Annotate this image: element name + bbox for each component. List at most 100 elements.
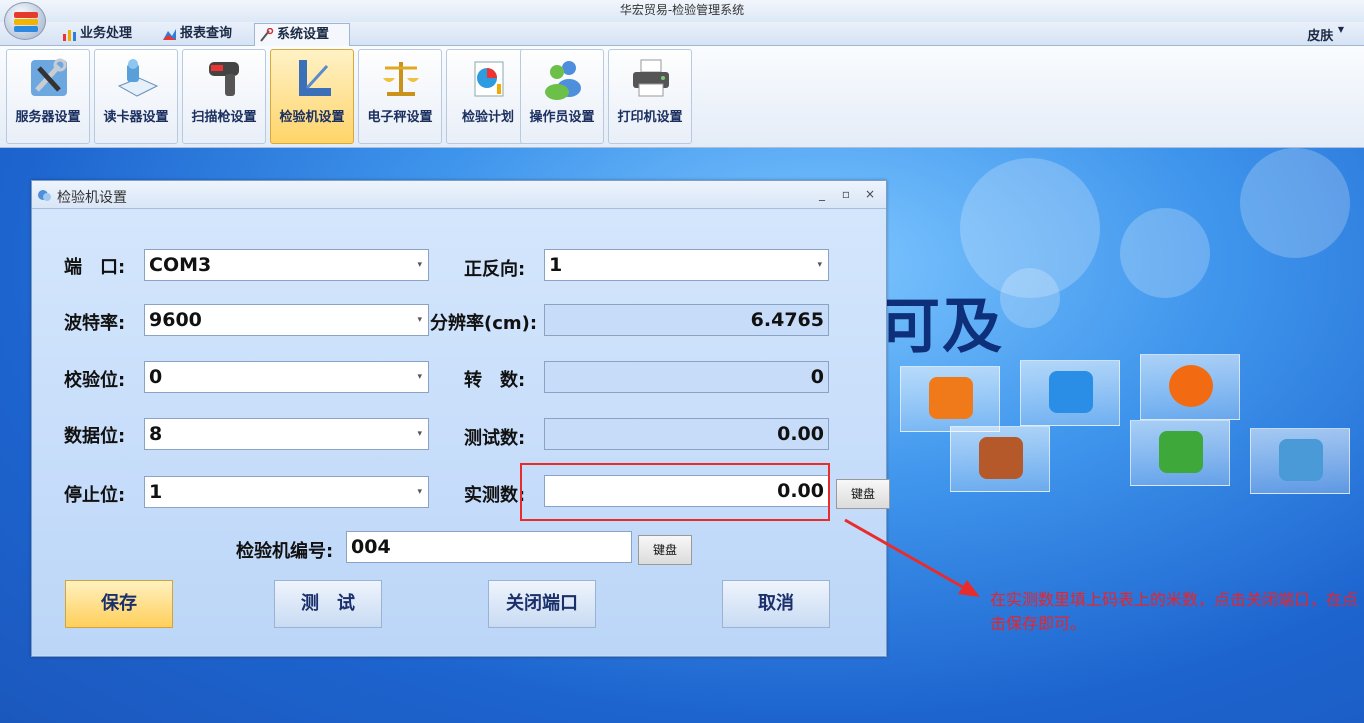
skin-menu-label: 皮肤 (1307, 29, 1334, 44)
maximize-button[interactable]: ▫ (838, 187, 854, 203)
cancel-button[interactable]: 取消 (722, 580, 830, 628)
chevron-down-icon[interactable]: ▾ (417, 362, 422, 392)
users-icon (545, 61, 581, 100)
ribbon-button-label: 服务器设置 (15, 110, 81, 125)
data-bits-select[interactable]: 8 ▾ (144, 418, 429, 450)
revolutions-label: 转 数: (464, 370, 526, 391)
tab-label: 报表查询 (180, 26, 233, 41)
app-logo-icon (14, 12, 38, 18)
tab-system-settings[interactable]: 系统设置 (254, 23, 350, 46)
scale-icon (383, 62, 419, 96)
parity-value: 0 (149, 366, 163, 388)
decor-bubble (1240, 148, 1350, 258)
decor-bubble (1000, 268, 1060, 328)
parity-label: 校验位: (64, 370, 126, 391)
desktop-tile (1250, 428, 1350, 494)
direction-value: 1 (549, 254, 563, 276)
printer-settings-button[interactable]: 打印机设置 (608, 49, 692, 144)
ribbon-button-label: 检验计划 (461, 110, 514, 125)
port-value: COM3 (149, 254, 212, 276)
machine-number-keyboard-button[interactable]: 键盘 (638, 535, 692, 565)
measured-count-label: 实测数: (464, 485, 526, 506)
tab-reports[interactable]: 报表查询 (158, 23, 250, 46)
desktop-tile (1020, 360, 1120, 426)
chart-icon (474, 61, 504, 97)
scale-settings-button[interactable]: 电子秤设置 (358, 49, 442, 144)
baud-rate-label: 波特率: (64, 313, 126, 334)
chevron-down-icon[interactable]: ▾ (417, 305, 422, 335)
direction-select[interactable]: 1 ▾ (544, 249, 829, 281)
desktop-tile (950, 426, 1050, 492)
tools-icon (31, 58, 67, 96)
machine-number-input[interactable]: 004 (346, 531, 632, 563)
data-bits-value: 8 (149, 423, 163, 445)
dialog-title: 检验机设置 (57, 190, 127, 206)
settings-window-icon (38, 190, 51, 201)
bar-chart-icon (63, 30, 76, 41)
operator-settings-button[interactable]: 操作员设置 (520, 49, 604, 144)
test-count-field[interactable]: 0.00 (544, 418, 829, 450)
ribbon-button-label: 读卡器设置 (103, 110, 169, 125)
server-settings-button[interactable]: 服务器设置 (6, 49, 90, 144)
close-button[interactable]: × (862, 187, 878, 203)
card-reader-icon (117, 59, 159, 97)
resolution-field[interactable]: 6.4765 (544, 304, 829, 336)
desktop-tile (900, 366, 1000, 432)
minimize-button[interactable]: _ (814, 187, 830, 203)
chevron-down-icon[interactable]: ▾ (417, 250, 422, 280)
machine-number-label: 检验机编号: (236, 541, 334, 562)
app-menu-button[interactable] (4, 2, 46, 40)
window-title-bar: 华宏贸易-检验管理系统 (0, 0, 1364, 22)
inspection-machine-settings-button[interactable]: 检验机设置 (270, 49, 354, 144)
decor-bubble (1120, 208, 1210, 298)
measured-keyboard-button[interactable]: 键盘 (836, 479, 890, 509)
pie-chart-icon (929, 377, 973, 419)
app-logo-icon-layer (14, 19, 38, 25)
revolutions-field[interactable]: 0 (544, 361, 829, 393)
stop-bits-select[interactable]: 1 ▾ (144, 476, 429, 508)
desktop-tile (1130, 420, 1230, 486)
scanner-settings-button[interactable]: 扫描枪设置 (182, 49, 266, 144)
direction-label: 正反向: (464, 259, 526, 280)
machine-number-value: 004 (351, 536, 391, 558)
parity-select[interactable]: 0 ▾ (144, 361, 429, 393)
data-bits-label: 数据位: (64, 426, 126, 447)
inspection-plan-button[interactable]: 检验计划 (446, 49, 530, 144)
sun-face-icon (1169, 365, 1213, 407)
ribbon-toolbar: 服务器设置 读卡器设置 扫描枪设置 检验机设置 电子秤设置 检验计划 操作员设置… (0, 46, 1364, 148)
ribbon-button-label: 打印机设置 (617, 110, 683, 125)
banner-text: 可及 (880, 292, 1004, 362)
app-logo-icon-layer (14, 26, 38, 32)
desktop-tile (1140, 354, 1240, 420)
tab-business[interactable]: 业务处理 (58, 23, 150, 46)
tab-label: 系统设置 (277, 27, 330, 42)
close-port-button[interactable]: 关闭端口 (488, 580, 596, 628)
document-icon (1279, 439, 1323, 481)
baud-rate-select[interactable]: 9600 ▾ (144, 304, 429, 336)
ribbon-button-label: 扫描枪设置 (191, 110, 257, 125)
ruler-icon (299, 60, 331, 96)
chevron-down-icon[interactable]: ▾ (417, 419, 422, 449)
skin-menu[interactable]: 皮肤 ▼ (1307, 25, 1344, 44)
baud-rate-value: 9600 (149, 309, 202, 331)
chevron-down-icon[interactable]: ▾ (817, 250, 822, 280)
stop-bits-value: 1 (149, 481, 163, 503)
test-button[interactable]: 测 试 (274, 580, 382, 628)
people-icon (1159, 431, 1203, 473)
card-reader-settings-button[interactable]: 读卡器设置 (94, 49, 178, 144)
settings-tools-icon (260, 28, 274, 42)
report-chart-icon (163, 29, 176, 40)
resolution-label: 分辨率(cm): (430, 313, 538, 334)
save-button[interactable]: 保存 (65, 580, 173, 628)
barcode-scanner-icon (209, 62, 239, 96)
ribbon-button-label: 电子秤设置 (367, 110, 433, 125)
chevron-down-icon[interactable]: ▾ (417, 477, 422, 507)
dialog-title-bar: 检验机设置 _ ▫ × (32, 181, 886, 209)
annotation-note: 在实测数里填上码表上的米数，点击关闭端口，在点击保存即可。 (990, 590, 1359, 633)
menu-tab-row: 业务处理 报表查询 系统设置 (0, 22, 1364, 46)
wallet-icon (979, 437, 1023, 479)
port-select[interactable]: COM3 ▾ (144, 249, 429, 281)
stop-bits-label: 停止位: (64, 485, 126, 506)
ribbon-button-label: 检验机设置 (279, 110, 345, 125)
test-count-label: 测试数: (464, 428, 526, 449)
